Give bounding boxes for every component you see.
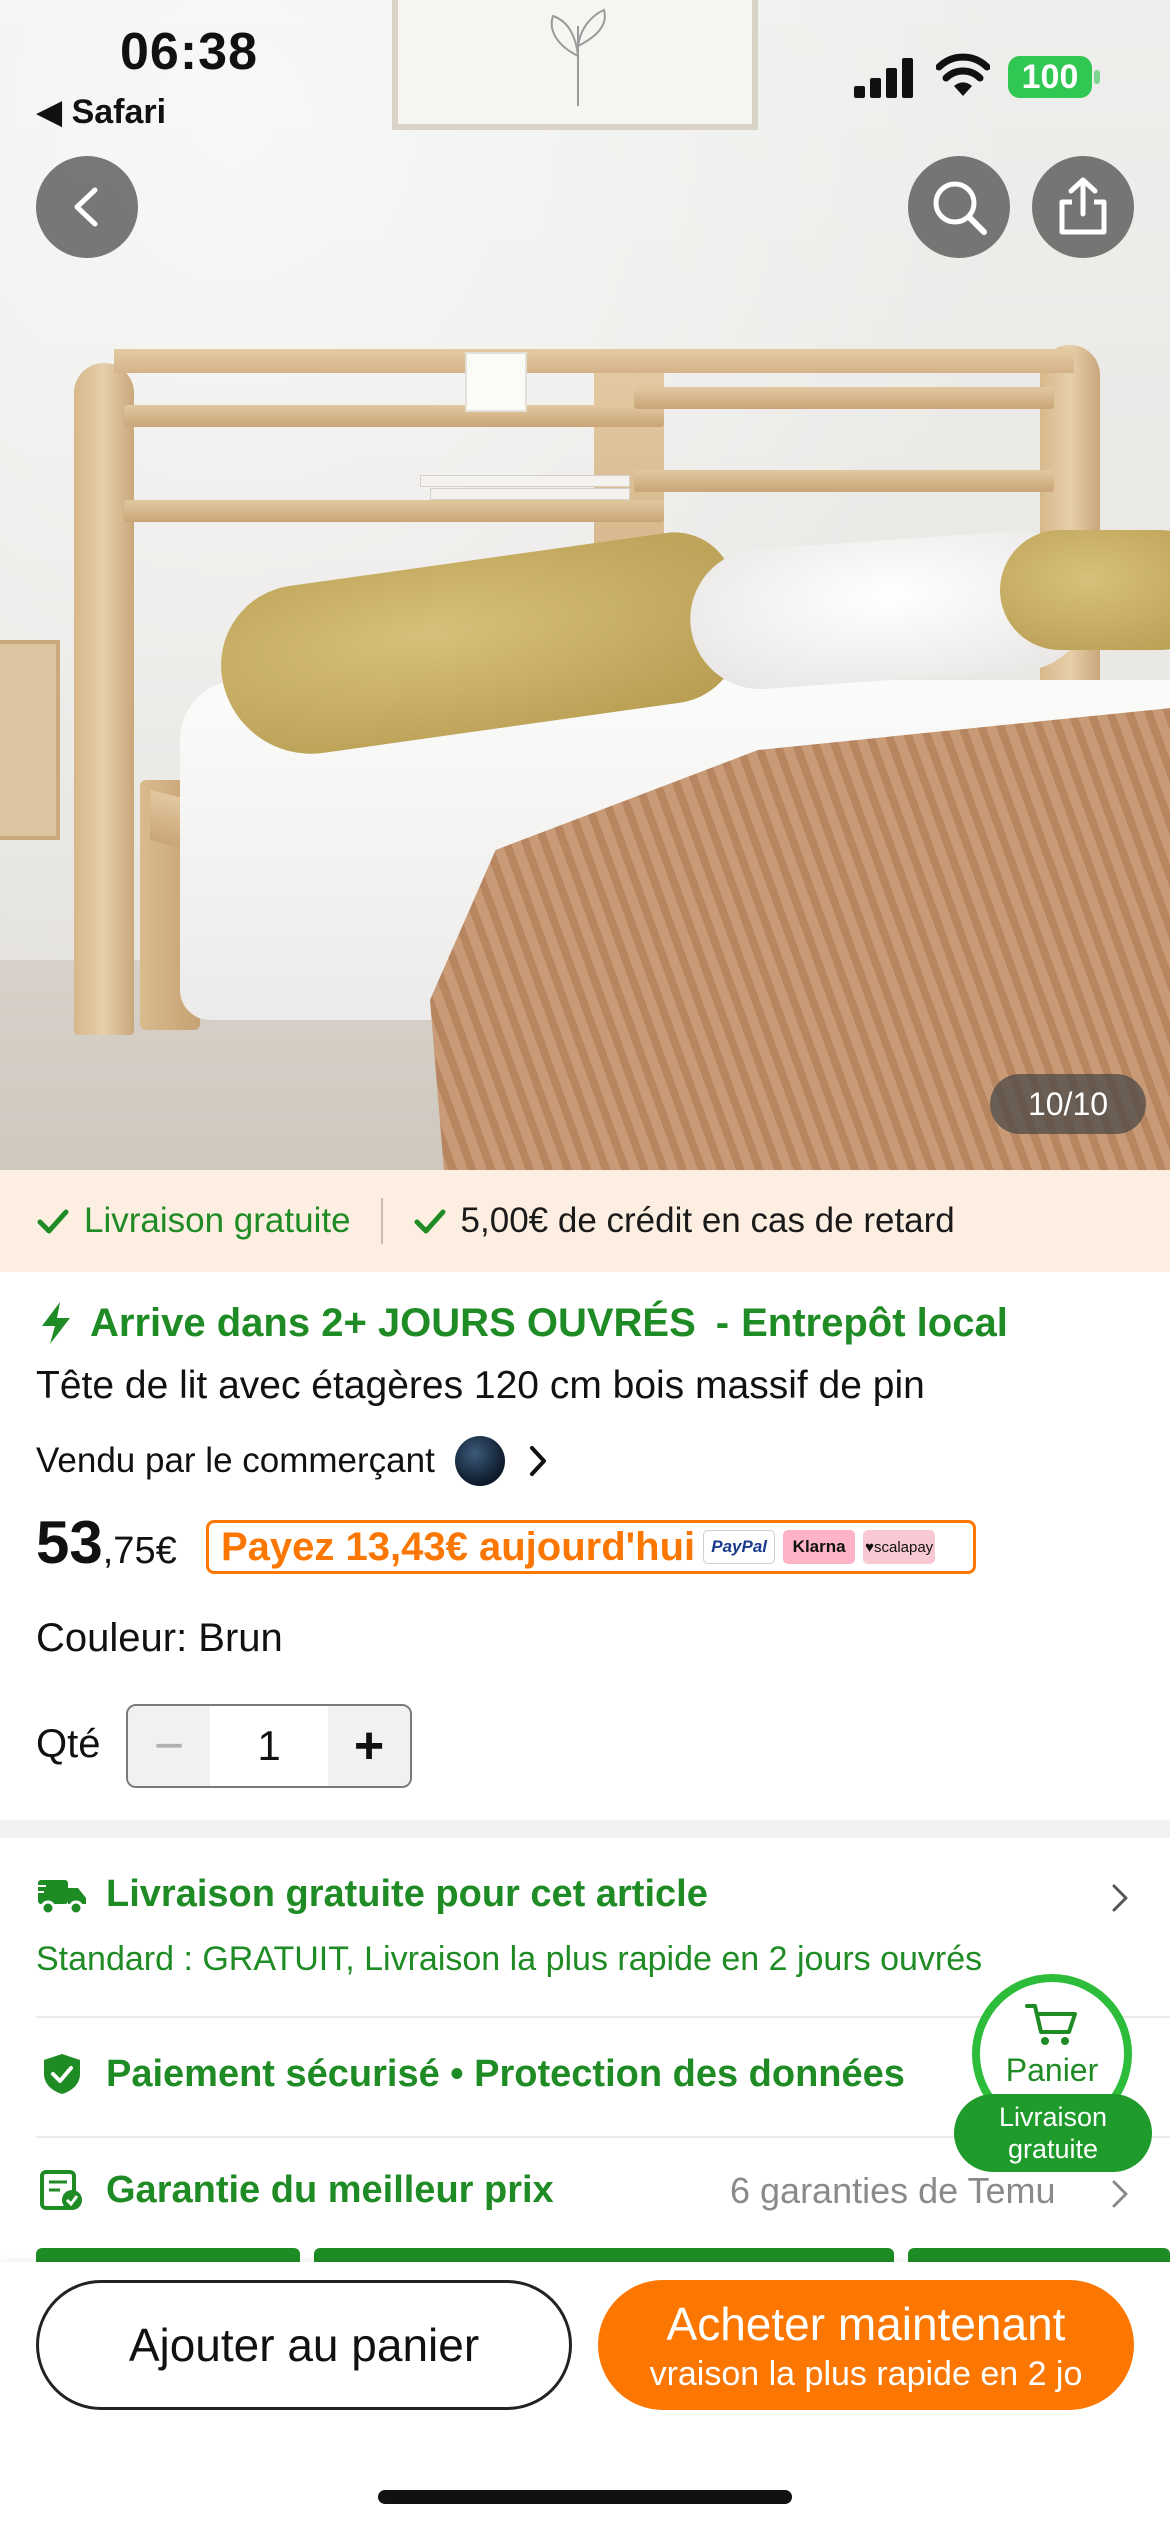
paypal-logo: PayPal [703,1530,776,1564]
wifi-icon [936,53,990,96]
klarna-logo: Klarna [783,1530,856,1564]
search-icon [933,181,987,235]
chevron-right-icon[interactable] [1110,1882,1130,1914]
product-title: Tête de lit avec étagères 120 cm bois ma… [36,1364,925,1407]
buy-now-sublabel: vraison la plus rapide en 2 jo [649,2354,1083,2393]
warehouse-text: Entrepôt local [741,1300,1008,1345]
price-decimal: ,75€ [102,1530,177,1572]
shield-check-icon [44,2054,80,2094]
arrival-text: Arrive dans 2+ JOURS OUVRÉS [90,1300,696,1345]
delivery-estimate: Arrive dans 2+ JOURS OUVRÉS - Entrepôt l… [36,1300,1008,1346]
search-button[interactable] [908,156,1010,258]
home-indicator[interactable] [378,2490,792,2504]
back-button[interactable] [36,156,138,258]
offer-tab[interactable] [36,2248,300,2262]
check-icon [37,1209,69,1234]
cart-label: Panier [1005,2052,1099,2088]
lightning-icon [42,1302,70,1344]
book [430,488,630,500]
clock [465,352,527,412]
buy-now-button[interactable]: Acheter maintenant vraison la plus rapid… [598,2280,1134,2410]
arrival-separator: - [715,1300,730,1345]
book [420,475,630,487]
section-divider [0,1820,1170,1838]
offer-tab[interactable] [908,2248,1170,2262]
benefit-free-shipping: Livraison gratuite [0,1201,351,1241]
share-button[interactable] [1032,156,1134,258]
quantity-value: 1 [257,1722,281,1769]
image-counter: 10/10 [990,1074,1146,1134]
cart-free-shipping-badge: Livraison gratuite [954,2094,1152,2172]
benefit-strip[interactable]: Livraison gratuite 5,00€ de crédit en ca… [0,1170,1170,1272]
signal-icon [854,58,913,98]
back-to-safari[interactable]: ◀ Safari [36,92,166,132]
battery-indicator: 100 [1008,56,1092,98]
price-guarantee-icon [40,2170,82,2210]
price-integer: 53 [36,1509,103,1576]
nightstand [0,640,60,840]
decrease-quantity-button[interactable]: − [128,1706,210,1786]
scalapay-logo: ♥scalapay [863,1530,936,1564]
wall-art [392,0,758,130]
security-label: Paiement sécurisé • Protection des donné… [106,2052,905,2095]
quantity-stepper[interactable]: − 1 + [126,1704,412,1788]
share-icon [1059,177,1107,235]
offer-tab[interactable] [314,2248,894,2262]
status-time: 06:38 [120,23,258,81]
cart-icon [1025,2004,1077,2045]
truck-icon [36,1880,86,1916]
increase-quantity-button[interactable]: + [328,1706,410,1786]
product-image[interactable]: 06:38 ◀ Safari 100 10/10 [0,0,1170,1170]
benefit-late-credit-label: 5,00€ de crédit en cas de retard [460,1201,955,1240]
chevron-right-icon [529,1446,546,1476]
shipping-details: Standard : GRATUIT, Livraison la plus ra… [36,1940,983,1978]
price: 53 ,75€ [36,1508,177,1577]
benefit-late-credit: 5,00€ de crédit en cas de retard [413,1201,955,1241]
divider [380,1198,383,1244]
chevron-right-icon[interactable] [1110,2178,1130,2210]
benefit-free-shipping-label: Livraison gratuite [84,1201,351,1240]
battery-tip [1094,70,1100,84]
shipping-title: Livraison gratuite pour cet article [106,1872,708,1915]
vendor-link[interactable]: Vendu par le commerçant [36,1436,549,1486]
guarantees-link[interactable]: 6 garanties de Temu [730,2170,1056,2212]
color-option[interactable]: Couleur: Brun [36,1616,283,1661]
best-price-row[interactable]: Garantie du meilleur prix [36,2168,554,2212]
quantity-label: Qté [36,1722,101,1766]
installment-offer[interactable]: Payez 13,43€ aujourd'hui PayPal Klarna ♥… [206,1520,976,1574]
add-to-cart-button[interactable]: Ajouter au panier [36,2280,572,2410]
pillow [1000,530,1170,650]
check-icon [414,1209,446,1234]
buy-now-label: Acheter maintenant [666,2297,1066,2350]
security-row[interactable]: Paiement sécurisé • Protection des donné… [36,2052,905,2096]
shipping-info-row[interactable]: Livraison gratuite pour cet article [36,1872,708,1916]
pay-today-text: Payez 13,43€ aujourd'hui [221,1524,696,1569]
vendor-label: Vendu par le commerçant [36,1441,435,1480]
back-icon [74,187,98,227]
best-price-label: Garantie du meilleur prix [106,2168,554,2211]
vendor-avatar [454,1436,505,1486]
